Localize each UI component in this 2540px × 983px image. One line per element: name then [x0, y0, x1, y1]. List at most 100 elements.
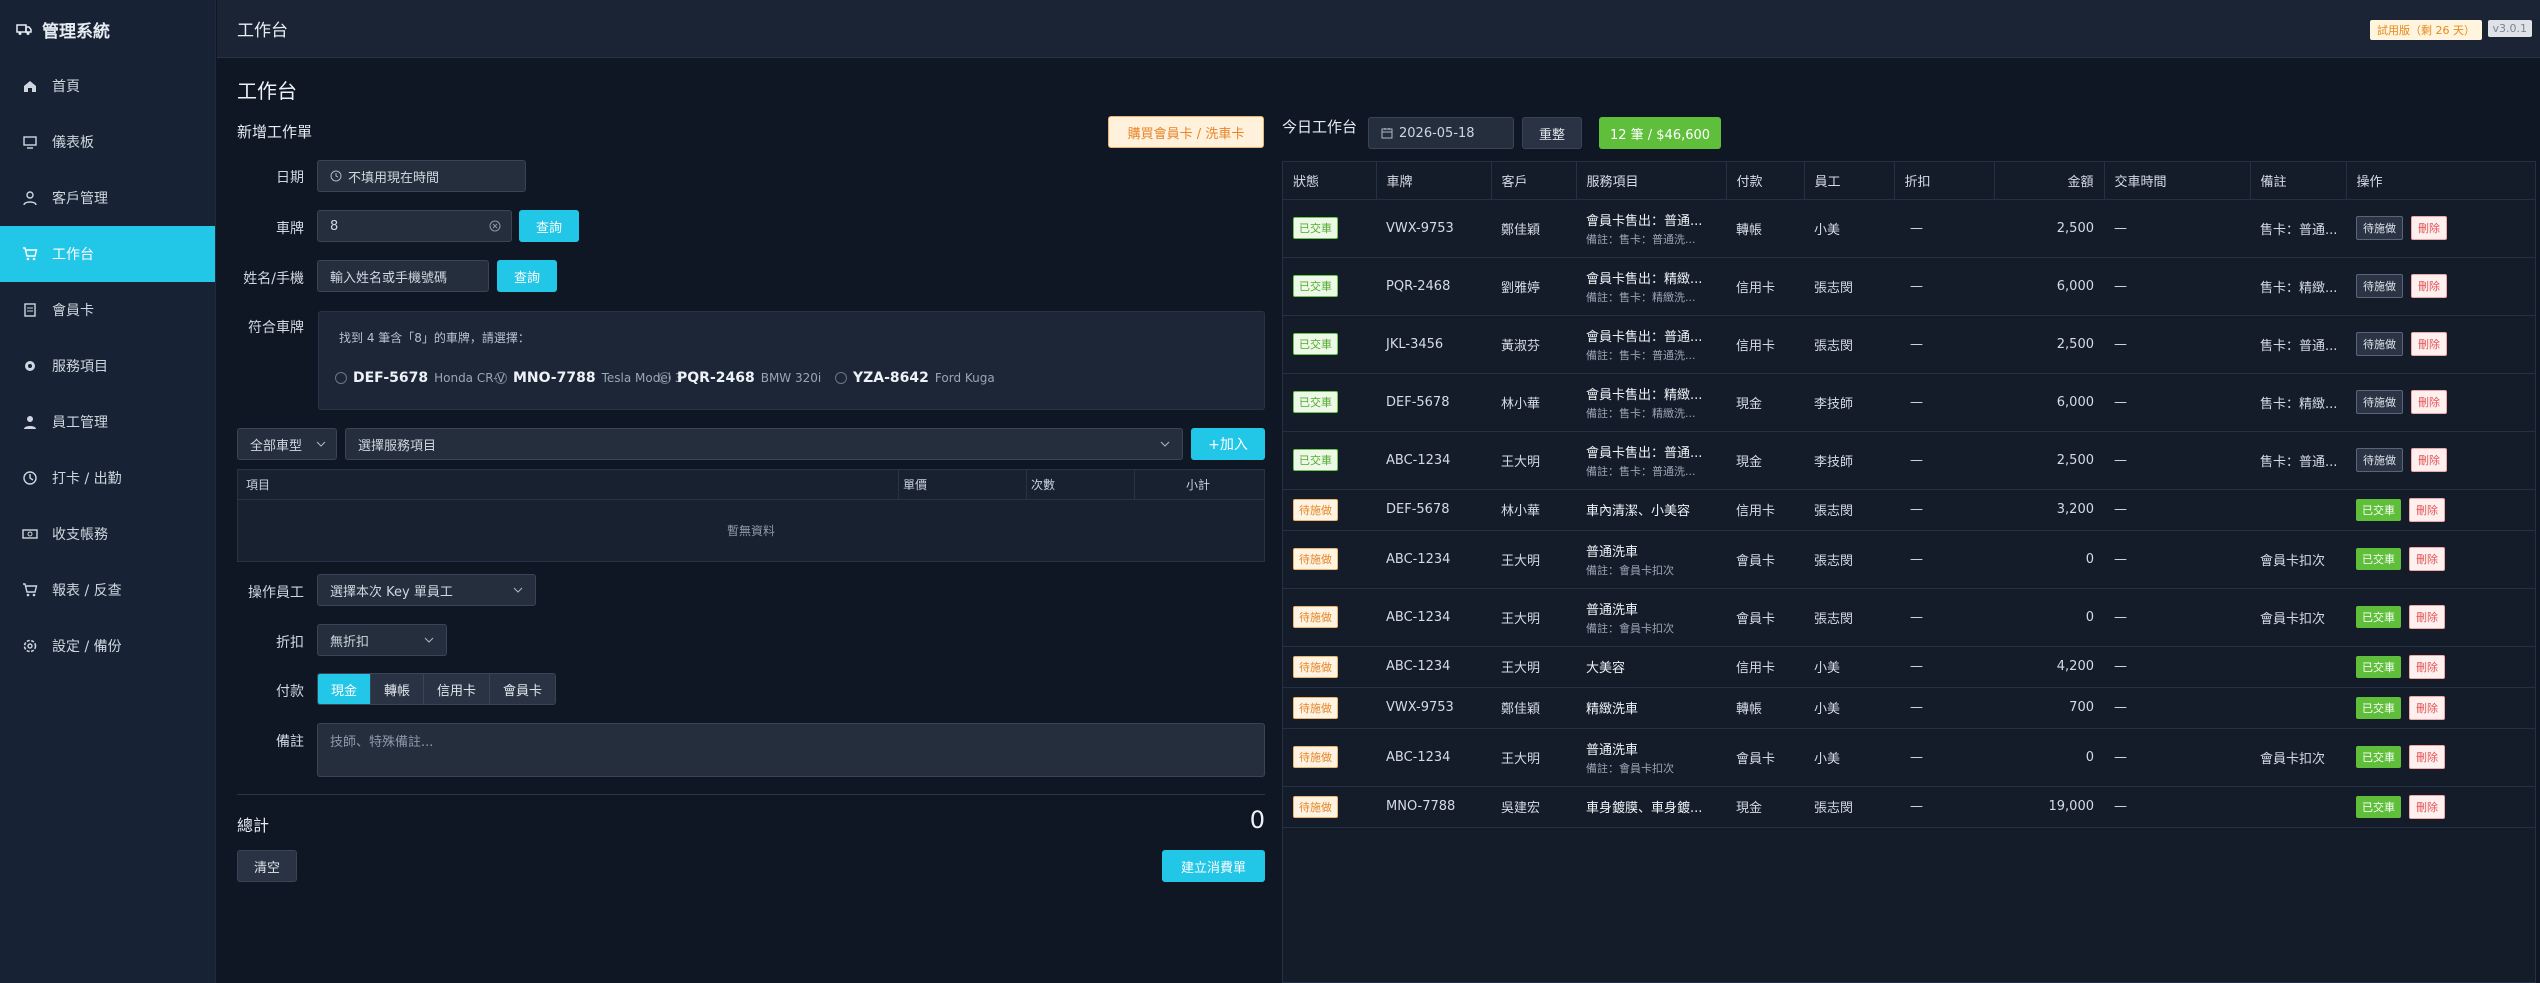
row-service: 車內清潔、小美容 [1586, 504, 1691, 519]
row-action-button[interactable]: 已交車 [2356, 606, 2401, 628]
sidebar-item-8[interactable]: 收支帳務 [0, 506, 215, 562]
row-action-button[interactable]: 已交車 [2356, 655, 2401, 678]
row-action-button[interactable]: 待施做 [2356, 216, 2403, 240]
topbar: 工作台 試用版（剩 26 天） v3.0.1 [217, 0, 2540, 58]
radio-icon[interactable] [335, 372, 347, 384]
row-plate: ABC-1234 [1376, 588, 1491, 647]
row-action-button[interactable]: 已交車 [2356, 795, 2401, 818]
row-service: 普通洗車 [1586, 742, 1639, 758]
row-delete-button[interactable]: 刪除 [2409, 654, 2445, 679]
col-price: 單價 [898, 469, 1026, 500]
table-row: 待施做 MNO-7788 吳建宏 車身鍍膜、車身鍍... 現金 張志閔 — 19… [1283, 786, 2535, 828]
row-action-button[interactable]: 已交車 [2356, 746, 2401, 768]
row-payment: 信用卡 [1726, 315, 1804, 374]
clear-button[interactable]: 清空 [237, 850, 297, 882]
row-action-button[interactable]: 待施做 [2356, 448, 2403, 472]
row-delete-button[interactable]: 刪除 [2409, 695, 2445, 720]
row-action-button[interactable]: 待施做 [2356, 332, 2403, 356]
row-delete-button[interactable]: 刪除 [2411, 216, 2447, 240]
row-action-button[interactable]: 已交車 [2356, 696, 2401, 719]
service-select[interactable]: 選擇服務項目 [345, 428, 1183, 460]
match-option[interactable]: PQR-2468 BMW 320i [659, 370, 821, 386]
radio-icon[interactable] [659, 372, 671, 384]
row-action-button[interactable]: 待施做 [2356, 390, 2403, 414]
match-plate: PQR-2468 [677, 370, 755, 386]
row-service: 會員卡售出：精緻... [1586, 271, 1703, 287]
sidebar-item-1[interactable]: 儀表板 [0, 114, 215, 170]
sidebar-item-9[interactable]: 報表 / 反查 [0, 562, 215, 618]
row-action-button[interactable]: 已交車 [2356, 548, 2401, 570]
add-item-button[interactable]: +加入 [1191, 428, 1265, 460]
row-amount: 2,500 [1994, 199, 2104, 258]
row-delete-button[interactable]: 刪除 [2411, 448, 2447, 472]
match-label: 符合車牌 [248, 320, 304, 336]
row-service: 會員卡售出：普通... [1586, 329, 1703, 345]
radio-icon[interactable] [835, 372, 847, 384]
payment-transfer[interactable]: 轉帳 [371, 674, 425, 704]
row-amount: 3,200 [1994, 489, 2104, 531]
create-order-button[interactable]: 建立消費單 [1162, 850, 1265, 882]
row-action-button[interactable]: 已交車 [2356, 498, 2401, 521]
row-service-note: 備註：會員卡扣次 [1586, 761, 1674, 775]
refresh-button[interactable]: 重整 [1522, 117, 1582, 149]
row-delivery: — [2104, 786, 2250, 828]
sidebar-item-10[interactable]: 設定 / 備份 [0, 618, 215, 674]
row-delete-button[interactable]: 刪除 [2411, 274, 2447, 298]
row-delete-button[interactable]: 刪除 [2411, 390, 2447, 414]
sidebar-item-6[interactable]: 員工管理 [0, 394, 215, 450]
name-query-button[interactable]: 查詢 [497, 260, 557, 292]
row-remark [2250, 786, 2346, 828]
notes-textarea[interactable]: 技師、特殊備註... [317, 723, 1265, 777]
row-action-button[interactable]: 待施做 [2356, 274, 2403, 298]
row-customer: 林小華 [1491, 373, 1576, 432]
row-delete-button[interactable]: 刪除 [2409, 497, 2445, 522]
match-option[interactable]: YZA-8642 Ford Kuga [835, 370, 995, 386]
row-delete-button[interactable]: 刪除 [2409, 794, 2445, 819]
sidebar-item-5[interactable]: 服務項目 [0, 338, 215, 394]
sidebar-item-label: 客戶管理 [52, 191, 108, 207]
row-delete-button[interactable]: 刪除 [2409, 547, 2445, 571]
row-delete-button[interactable]: 刪除 [2409, 745, 2445, 769]
today-table-header: 狀態 車牌 客戶 服務項目 付款 員工 折扣 金額 交車時間 備註 操作 [1283, 162, 2535, 200]
row-delete-button[interactable]: 刪除 [2409, 605, 2445, 629]
operator-label: 操作員工 [248, 585, 304, 601]
clear-icon[interactable] [489, 220, 501, 232]
match-option[interactable]: DEF-5678 Honda CR-V [335, 370, 505, 386]
match-option[interactable]: MNO-7788 Tesla Model 3 [495, 370, 683, 386]
radio-icon[interactable] [495, 372, 507, 384]
payment-credit[interactable]: 信用卡 [424, 674, 491, 704]
sidebar-item-3[interactable]: 工作台 [0, 226, 215, 282]
status-badge: 已交車 [1293, 275, 1338, 297]
row-customer: 王大明 [1491, 728, 1576, 787]
buy-card-button[interactable]: 購買會員卡 / 洗車卡 [1108, 116, 1264, 148]
car-type-select[interactable]: 全部車型 [237, 428, 337, 460]
operator-select[interactable]: 選擇本次 Key 單員工 [317, 574, 536, 606]
plate-input[interactable]: 8 [317, 210, 512, 242]
row-remark: 售卡：精緻... [2250, 257, 2346, 316]
settings-icon [23, 639, 37, 653]
plate-query-button[interactable]: 查詢 [519, 210, 579, 242]
date-input[interactable]: 不填用現在時間 [317, 160, 526, 192]
payment-cash[interactable]: 現金 [318, 674, 372, 704]
row-service-note: 備註：售卡：精緻洗... [1586, 290, 1696, 304]
payment-member[interactable]: 會員卡 [490, 674, 556, 704]
table-row: 待施做 ABC-1234 王大明 普通洗車 備註：會員卡扣次 會員卡 張志閔 — … [1283, 530, 2535, 589]
row-delivery: — [2104, 687, 2250, 729]
sidebar-item-4[interactable]: 會員卡 [0, 282, 215, 338]
sidebar-item-2[interactable]: 客戶管理 [0, 170, 215, 226]
table-row: 待施做 ABC-1234 王大明 普通洗車 備註：會員卡扣次 會員卡 張志閔 — … [1283, 588, 2535, 647]
divider [237, 794, 1265, 795]
name-input[interactable]: 輸入姓名或手機號碼 [317, 260, 489, 292]
discount-label: 折扣 [276, 635, 304, 651]
discount-select[interactable]: 無折扣 [317, 624, 447, 656]
sidebar-item-7[interactable]: 打卡 / 出勤 [0, 450, 215, 506]
row-amount: 6,000 [1994, 373, 2104, 432]
chevron-down-icon [513, 587, 523, 593]
notes-placeholder: 技師、特殊備註... [330, 735, 434, 750]
table-row: 已交車 JKL-3456 黃淑芬 會員卡售出：普通... 備註：售卡：普通洗...… [1283, 315, 2535, 374]
row-payment: 信用卡 [1726, 257, 1804, 316]
row-delete-button[interactable]: 刪除 [2411, 332, 2447, 356]
sidebar-item-0[interactable]: 首頁 [0, 58, 215, 114]
today-date-input[interactable]: 2026-05-18 [1368, 117, 1514, 149]
status-badge: 待施做 [1293, 548, 1338, 570]
